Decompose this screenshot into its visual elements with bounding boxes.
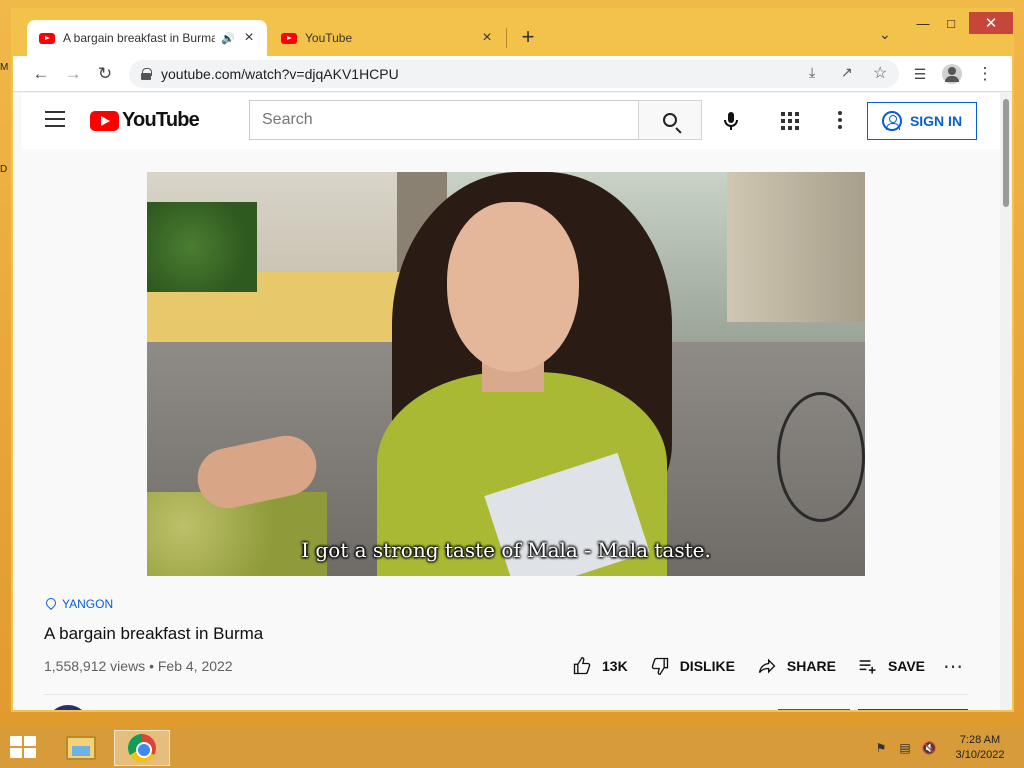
browser-window: A bargain breakfast in Burma 🔊 × YouTube… xyxy=(11,8,1014,712)
windows-start-icon[interactable] xyxy=(10,736,38,760)
page-scrollbar[interactable] xyxy=(1000,93,1012,710)
network-icon[interactable]: ▤ xyxy=(897,740,913,756)
account-circle-icon xyxy=(881,111,902,131)
star-icon[interactable]: ☆ xyxy=(873,63,887,83)
settings-kebab-icon[interactable] xyxy=(838,111,842,129)
lock-icon[interactable] xyxy=(141,68,152,80)
scrollbar-thumb[interactable] xyxy=(1003,99,1009,207)
share-arrow-icon xyxy=(757,656,777,676)
system-clock[interactable]: 7:28 AM 3/10/2022 xyxy=(950,733,1010,763)
youtube-favicon-icon xyxy=(39,32,55,44)
new-tab-button[interactable]: + xyxy=(518,24,538,50)
hamburger-menu-icon[interactable] xyxy=(45,111,65,127)
location-pin-icon xyxy=(46,598,56,610)
media-controls-icon[interactable]: ☰ xyxy=(908,62,932,86)
back-arrow-icon[interactable]: ← xyxy=(29,62,53,86)
save-button[interactable]: SAVE xyxy=(858,656,925,676)
address-bar[interactable]: youtube.com/watch?v=djqAKV1HCPU ⤓ ↗ ☆ xyxy=(129,60,899,88)
window-close-button[interactable]: ✕ xyxy=(969,12,1013,34)
clock-date: 3/10/2022 xyxy=(955,749,1005,761)
video-player[interactable]: I got a strong taste of Mala - Mala tast… xyxy=(147,172,865,576)
page-viewport: YouTube SIGN IN xyxy=(13,93,1012,710)
video-actions: 13K DISLIKE SHARE SAVE ⋯ xyxy=(572,651,964,681)
tab-close-icon[interactable]: × xyxy=(241,29,257,47)
youtube-header: YouTube SIGN IN xyxy=(21,93,1000,149)
maximize-button[interactable]: □ xyxy=(939,12,963,34)
video-title: A bargain breakfast in Burma xyxy=(44,624,264,643)
youtube-play-icon xyxy=(90,110,119,131)
save-label: SAVE xyxy=(887,658,926,674)
volume-muted-icon[interactable]: 🔇 xyxy=(921,740,937,756)
folder-icon xyxy=(66,736,96,760)
audio-playing-icon[interactable]: 🔊 xyxy=(221,32,235,45)
search-icon xyxy=(663,113,677,127)
download-icon[interactable]: ⤓ xyxy=(809,64,815,81)
location-label[interactable]: YANGON xyxy=(62,597,113,611)
playlist-add-icon xyxy=(858,656,878,676)
like-count: 13K xyxy=(602,658,628,674)
clock-time: 7:28 AM xyxy=(959,734,1001,746)
profile-icon[interactable] xyxy=(940,62,964,86)
taskbar-chrome[interactable] xyxy=(114,730,170,766)
tab-close-icon[interactable]: × xyxy=(479,29,495,47)
share-label: SHARE xyxy=(786,658,836,674)
thumbs-up-icon xyxy=(572,656,592,676)
search-input[interactable] xyxy=(262,111,638,129)
windows-taskbar: ⚑ ▤ 🔇 7:28 AM 3/10/2022 xyxy=(0,728,1024,768)
location-tag[interactable]: YANGON xyxy=(46,597,113,611)
tab-title: YouTube xyxy=(305,31,353,45)
like-button[interactable]: 13K xyxy=(572,656,628,676)
share-icon[interactable]: ↗ xyxy=(841,64,853,81)
video-views-date: 1,558,912 views • Feb 4, 2022 xyxy=(44,658,233,674)
search-box[interactable] xyxy=(249,100,639,140)
youtube-logo[interactable]: YouTube xyxy=(90,109,200,132)
tab-strip: A bargain breakfast in Burma 🔊 × YouTube… xyxy=(13,10,1013,56)
sign-in-button[interactable]: SIGN IN xyxy=(867,102,977,140)
tab-separator xyxy=(506,28,507,48)
channel-avatar[interactable] xyxy=(46,705,90,710)
action-center-flag-icon[interactable]: ⚑ xyxy=(873,740,889,756)
tab-search-chevron-icon[interactable]: ⌄ xyxy=(879,26,891,43)
sign-in-label: SIGN IN xyxy=(909,113,963,129)
dislike-label: DISLIKE xyxy=(679,658,735,674)
more-actions-icon[interactable]: ⋯ xyxy=(943,654,964,679)
voice-search-mic-icon[interactable] xyxy=(719,109,743,133)
minimize-button[interactable]: — xyxy=(911,12,935,34)
system-tray: ⚑ ▤ 🔇 xyxy=(873,740,937,756)
video-caption: I got a strong taste of Mala - Mala tast… xyxy=(301,538,711,562)
subscribe-button-edge[interactable] xyxy=(858,709,968,710)
youtube-favicon-icon xyxy=(281,32,297,44)
apps-grid-icon[interactable] xyxy=(781,112,799,130)
dislike-button[interactable]: DISLIKE xyxy=(650,656,735,676)
url-text[interactable]: youtube.com/watch?v=djqAKV1HCPU xyxy=(161,66,399,82)
join-button-edge[interactable] xyxy=(778,709,850,710)
forward-arrow-icon[interactable]: → xyxy=(61,62,85,86)
taskbar-file-explorer[interactable] xyxy=(53,730,109,766)
search-button[interactable] xyxy=(638,100,702,140)
tab-youtube[interactable]: YouTube × xyxy=(269,20,505,56)
reload-icon[interactable]: ↻ xyxy=(93,62,117,86)
tab-title: A bargain breakfast in Burma xyxy=(63,31,216,45)
kebab-menu-icon[interactable]: ⋮ xyxy=(973,62,997,86)
tab-active-video[interactable]: A bargain breakfast in Burma 🔊 × xyxy=(27,20,267,56)
section-divider xyxy=(44,694,968,695)
share-button[interactable]: SHARE xyxy=(757,656,836,676)
browser-toolbar: ← → ↻ youtube.com/watch?v=djqAKV1HCPU ⤓ … xyxy=(13,56,1012,92)
youtube-wordmark: YouTube xyxy=(122,109,200,131)
chrome-icon xyxy=(128,734,156,762)
thumbs-down-icon xyxy=(650,656,670,676)
